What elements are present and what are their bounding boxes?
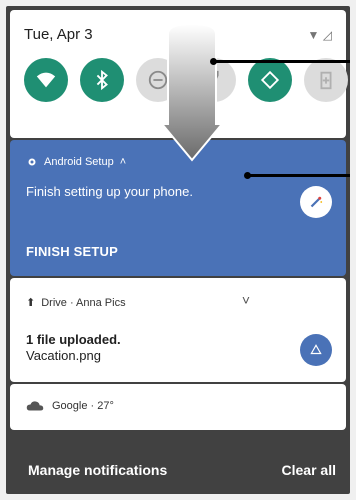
google-weather-notification[interactable]: Google · 27° bbox=[10, 384, 346, 430]
bluetooth-icon bbox=[96, 69, 108, 91]
callout-line bbox=[248, 174, 350, 177]
drive-header-text: Drive · Anna Pics bbox=[41, 296, 126, 309]
setup-message: Finish setting up your phone. bbox=[26, 184, 193, 199]
bluetooth-tile[interactable] bbox=[80, 58, 124, 102]
swipe-down-arrow-icon bbox=[162, 24, 222, 162]
notification-shade: Tue, Apr 3 ▼ ◿ Android Setup ˄ Finish se… bbox=[6, 6, 350, 494]
battery-saver-tile[interactable] bbox=[304, 58, 348, 102]
status-icons: ▼ ◿ bbox=[308, 28, 332, 42]
upload-icon: ⬆ bbox=[26, 297, 36, 309]
battery-saver-icon bbox=[320, 71, 332, 90]
drive-icon bbox=[300, 334, 332, 366]
auto-rotate-icon bbox=[260, 70, 280, 90]
chevron-up-icon[interactable]: ˄ bbox=[120, 156, 126, 168]
drive-title: 1 file uploaded. bbox=[26, 332, 121, 347]
auto-rotate-tile[interactable] bbox=[248, 58, 292, 102]
callout-line bbox=[214, 60, 350, 63]
gear-icon bbox=[28, 158, 36, 166]
wifi-tile[interactable] bbox=[24, 58, 68, 102]
wifi-icon bbox=[36, 72, 56, 88]
drive-header: ⬆ Drive · Anna Pics bbox=[26, 296, 126, 310]
cloud-icon bbox=[26, 401, 44, 411]
wifi-signal-icon: ▼ bbox=[307, 28, 320, 42]
setup-header: Android Setup ˄ bbox=[26, 156, 126, 168]
finish-setup-button[interactable]: FINISH SETUP bbox=[26, 244, 118, 259]
magic-wand-icon bbox=[300, 186, 332, 218]
cell-signal-icon: ◿ bbox=[322, 28, 332, 42]
drive-file-name: Vacation.png bbox=[26, 348, 101, 363]
clear-all-button[interactable]: Clear all bbox=[282, 462, 336, 478]
manage-notifications-button[interactable]: Manage notifications bbox=[28, 462, 167, 478]
setup-app-name: Android Setup bbox=[44, 156, 114, 168]
chevron-down-icon[interactable]: ˅ bbox=[242, 292, 250, 308]
drive-notification[interactable]: ⬆ Drive · Anna Pics ˅ 1 file uploaded. V… bbox=[10, 278, 346, 382]
date-label: Tue, Apr 3 bbox=[24, 26, 93, 43]
weather-text: Google · 27° bbox=[52, 400, 114, 412]
